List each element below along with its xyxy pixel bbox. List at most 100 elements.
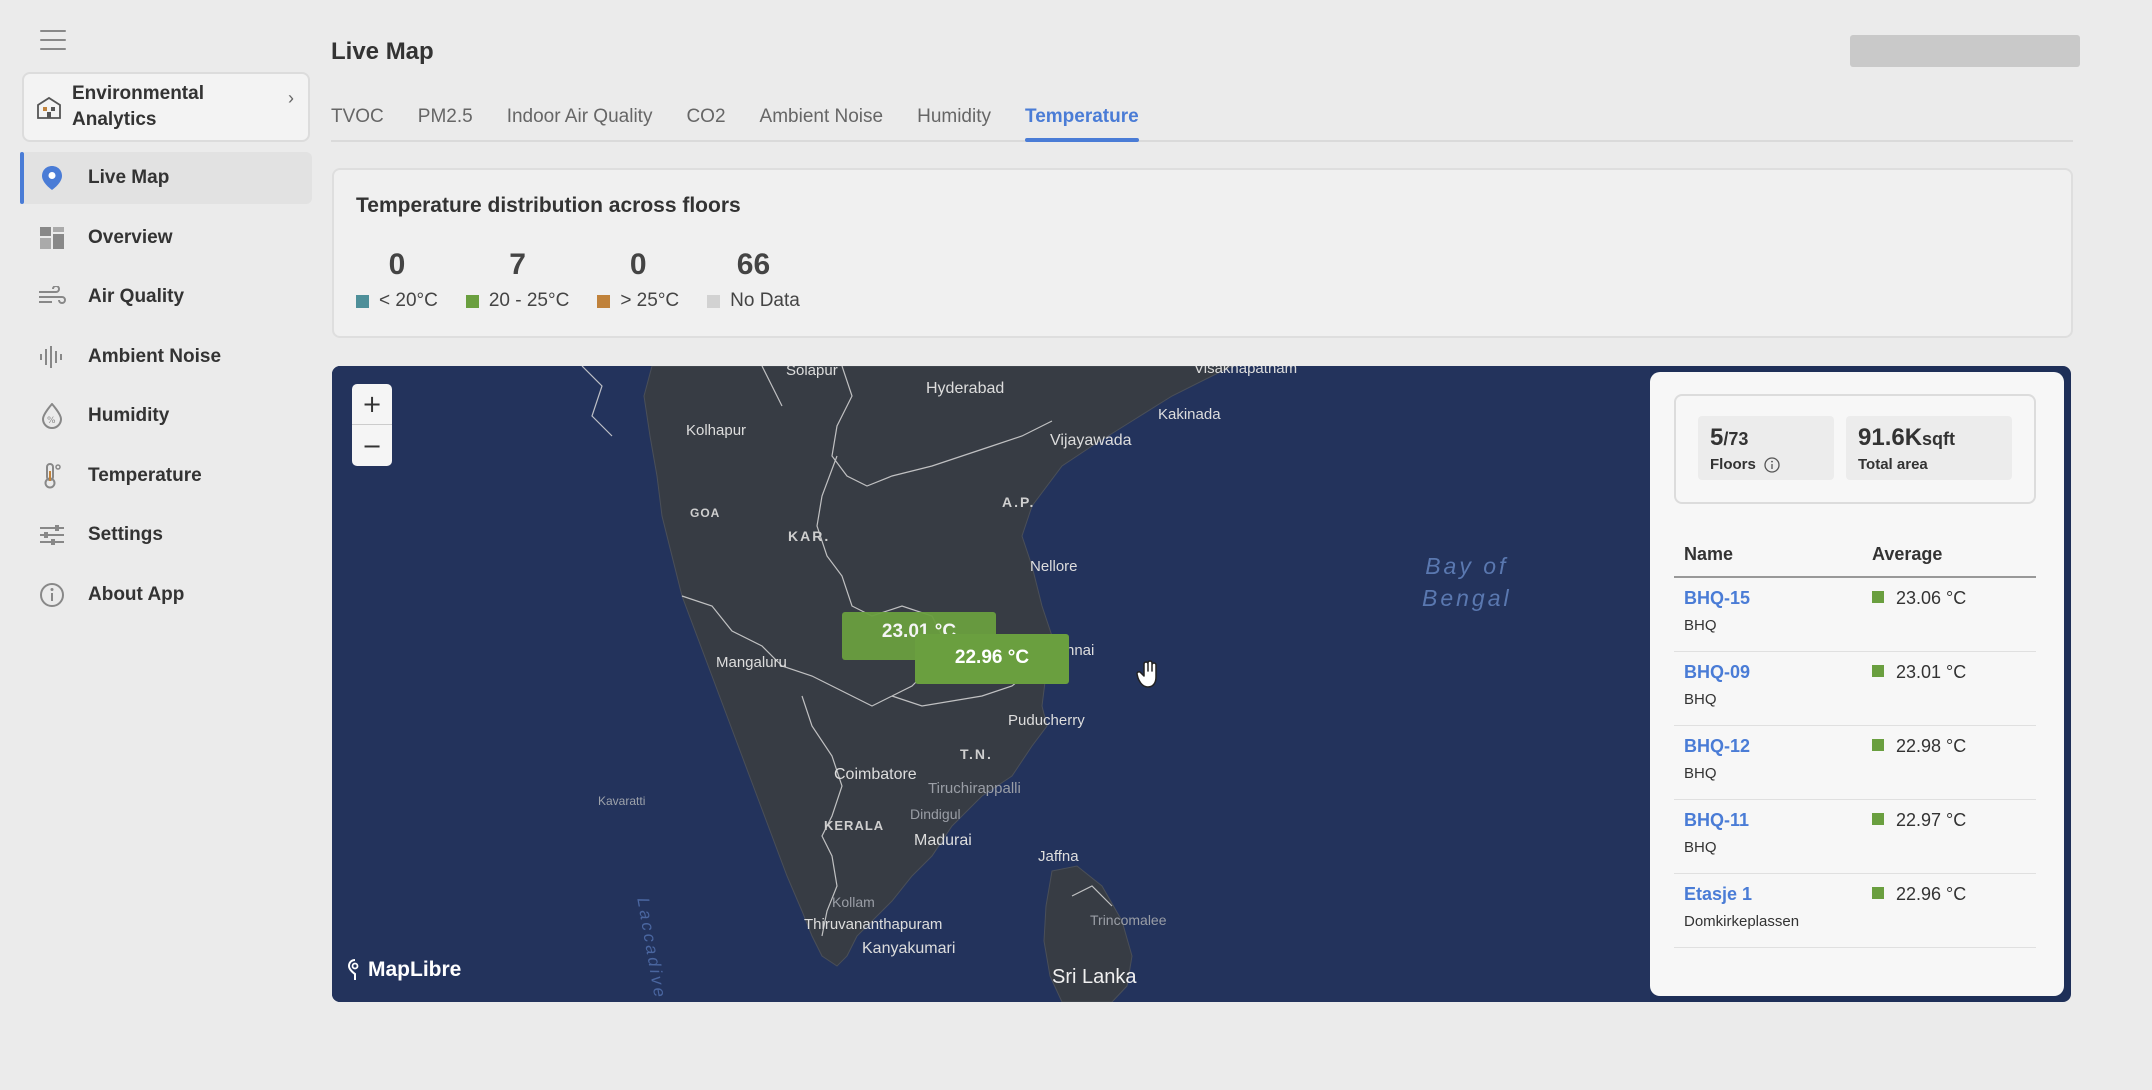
distribution-title: Temperature distribution across floors [356, 194, 741, 217]
info-icon[interactable] [1764, 456, 1780, 473]
map-label: Kakinada [1158, 406, 1221, 423]
floor-average: 23.01 °C [1896, 662, 1967, 682]
floor-location: BHQ [1684, 765, 1717, 782]
app-switcher-label: Environmental Analytics [72, 83, 204, 130]
area-unit: sqft [1922, 429, 1956, 449]
floor-list-panel: 5/73 Floors 91.6Ksqft Total area Name Av… [1650, 372, 2064, 996]
floor-location: BHQ [1684, 839, 1717, 856]
building-icon [37, 96, 61, 119]
map-label: Kavaratti [598, 794, 646, 808]
table-row[interactable]: BHQ-15 BHQ 23.06 °C [1674, 578, 2036, 652]
stat-label: No Data [730, 290, 800, 311]
floors-label: Floors [1710, 456, 1756, 473]
map-label: Visakhapatnam [1194, 366, 1298, 377]
sidebar-item-settings[interactable]: Settings [20, 509, 312, 561]
floor-table: Name Average BHQ-15 BHQ 23.06 °C BHQ-09 BH… [1674, 532, 2036, 948]
map-label: Sri Lanka [1052, 966, 1137, 988]
sidebar-item-air-quality[interactable]: Air Quality [20, 271, 312, 323]
map-label: Mangaluru [716, 654, 787, 671]
map-canvas[interactable]: Solapur Hyderabad Visakhapatnam Kolhapur… [332, 366, 1650, 1002]
sea-label-line: Bengal [1422, 585, 1512, 611]
tab-co2[interactable]: CO2 [686, 100, 725, 140]
status-swatch [1872, 665, 1884, 677]
table-row[interactable]: Etasje 1 Domkirkeplassen 22.96 °C [1674, 874, 2036, 948]
table-row[interactable]: BHQ-12 BHQ 22.98 °C [1674, 726, 2036, 800]
floor-name-link[interactable]: BHQ-11 [1684, 810, 1872, 831]
zoom-out-button[interactable]: − [352, 425, 392, 466]
table-row[interactable]: BHQ-11 BHQ 22.97 °C [1674, 800, 2036, 874]
sidebar-item-overview[interactable]: Overview [20, 212, 312, 264]
map-landmass [581, 366, 1233, 1002]
zoom-in-button[interactable]: + [352, 384, 392, 425]
map-marker[interactable]: 22.96 °C [915, 634, 1069, 684]
area-summary: 91.6Ksqft Total area [1846, 416, 2012, 480]
map-label: Kolhapur [686, 422, 747, 439]
floor-name-link[interactable]: Etasje 1 [1684, 884, 1872, 905]
sidebar-item-label: Live Map [88, 167, 170, 188]
floor-name-link[interactable]: BHQ-15 [1684, 588, 1872, 609]
tab-indoor-air-quality[interactable]: Indoor Air Quality [507, 100, 653, 140]
floor-average: 22.96 °C [1896, 884, 1967, 904]
floors-count: 5 [1710, 424, 1724, 451]
map-label: Tiruchirappalli [928, 780, 1021, 797]
attribution-label: MapLibre [368, 958, 462, 981]
sidebar-item-label: Humidity [88, 405, 170, 426]
thermometer-icon [38, 462, 66, 490]
maplibre-attribution[interactable]: MapLibre [348, 958, 461, 982]
tab-humidity[interactable]: Humidity [917, 100, 991, 140]
sidebar-item-temperature[interactable]: Temperature [20, 450, 312, 502]
floor-location: BHQ [1684, 691, 1717, 708]
stat-label: > 25°C [620, 290, 680, 311]
area-value: 91.6K [1858, 424, 1923, 451]
distribution-card: Temperature distribution across floors 0… [332, 168, 2073, 338]
sidebar-item-humidity[interactable]: % Humidity [20, 390, 312, 442]
sound-wave-icon [38, 343, 66, 371]
status-swatch [1872, 813, 1884, 825]
app-switcher[interactable]: Environmental Analytics › [22, 72, 310, 142]
map-label: Dindigul [910, 806, 961, 822]
sidebar-item-label: Ambient Noise [88, 345, 222, 367]
table-row[interactable]: BHQ-09 BHQ 23.01 °C [1674, 652, 2036, 726]
chevron-right-icon: › [288, 88, 294, 108]
map-panel: Solapur Hyderabad Visakhapatnam Kolhapur… [332, 366, 2071, 1002]
legend-swatch [356, 294, 369, 308]
tab-ambient-noise[interactable]: Ambient Noise [760, 100, 884, 140]
svg-text:%: % [47, 416, 56, 426]
floor-location: Domkirkeplassen [1684, 913, 1800, 930]
tab-tvoc[interactable]: TVOC [331, 100, 384, 140]
sidebar-item-about-app[interactable]: About App [20, 569, 312, 621]
floor-location: BHQ [1684, 617, 1717, 634]
floor-name-link[interactable]: BHQ-12 [1684, 736, 1872, 757]
page-title: Live Map [331, 38, 434, 65]
map-label: Kollam [832, 894, 875, 910]
map-label: nnai [1066, 642, 1095, 659]
sidebar-item-label: Temperature [88, 464, 202, 486]
map-label: Nellore [1030, 558, 1078, 575]
floor-average: 22.98 °C [1896, 736, 1967, 756]
column-header-average[interactable]: Average [1872, 544, 1942, 565]
tab-temperature[interactable]: Temperature [1025, 100, 1139, 142]
floor-average: 22.97 °C [1896, 810, 1967, 830]
floors-total: /73 [1723, 429, 1749, 449]
map-label: Kanyakumari [862, 940, 956, 957]
location-pin-icon [38, 164, 66, 192]
map-label: GOA [690, 506, 721, 520]
map-label: Puducherry [1008, 712, 1085, 729]
floors-summary: 5/73 Floors [1698, 416, 1834, 480]
map-label: Madurai [914, 832, 972, 849]
sidebar-item-label: Settings [88, 524, 163, 545]
stat-count: 7 [509, 248, 526, 281]
sidebar-item-live-map[interactable]: Live Map [20, 152, 312, 204]
floor-average: 23.06 °C [1896, 588, 1967, 608]
status-swatch [1872, 591, 1884, 603]
floor-name-link[interactable]: BHQ-09 [1684, 662, 1872, 683]
summary-card: 5/73 Floors 91.6Ksqft Total area [1674, 394, 2036, 504]
status-swatch [1872, 739, 1884, 751]
column-header-name[interactable]: Name [1674, 544, 1872, 565]
stat-count: 0 [388, 248, 406, 281]
sidebar-item-ambient-noise[interactable]: Ambient Noise [20, 331, 312, 383]
menu-toggle-icon[interactable] [40, 30, 66, 50]
tab-pm25[interactable]: PM2.5 [418, 100, 473, 140]
map-label: Thiruvananthapuram [804, 916, 943, 933]
stat-no-data: 66 No Data [707, 248, 800, 312]
